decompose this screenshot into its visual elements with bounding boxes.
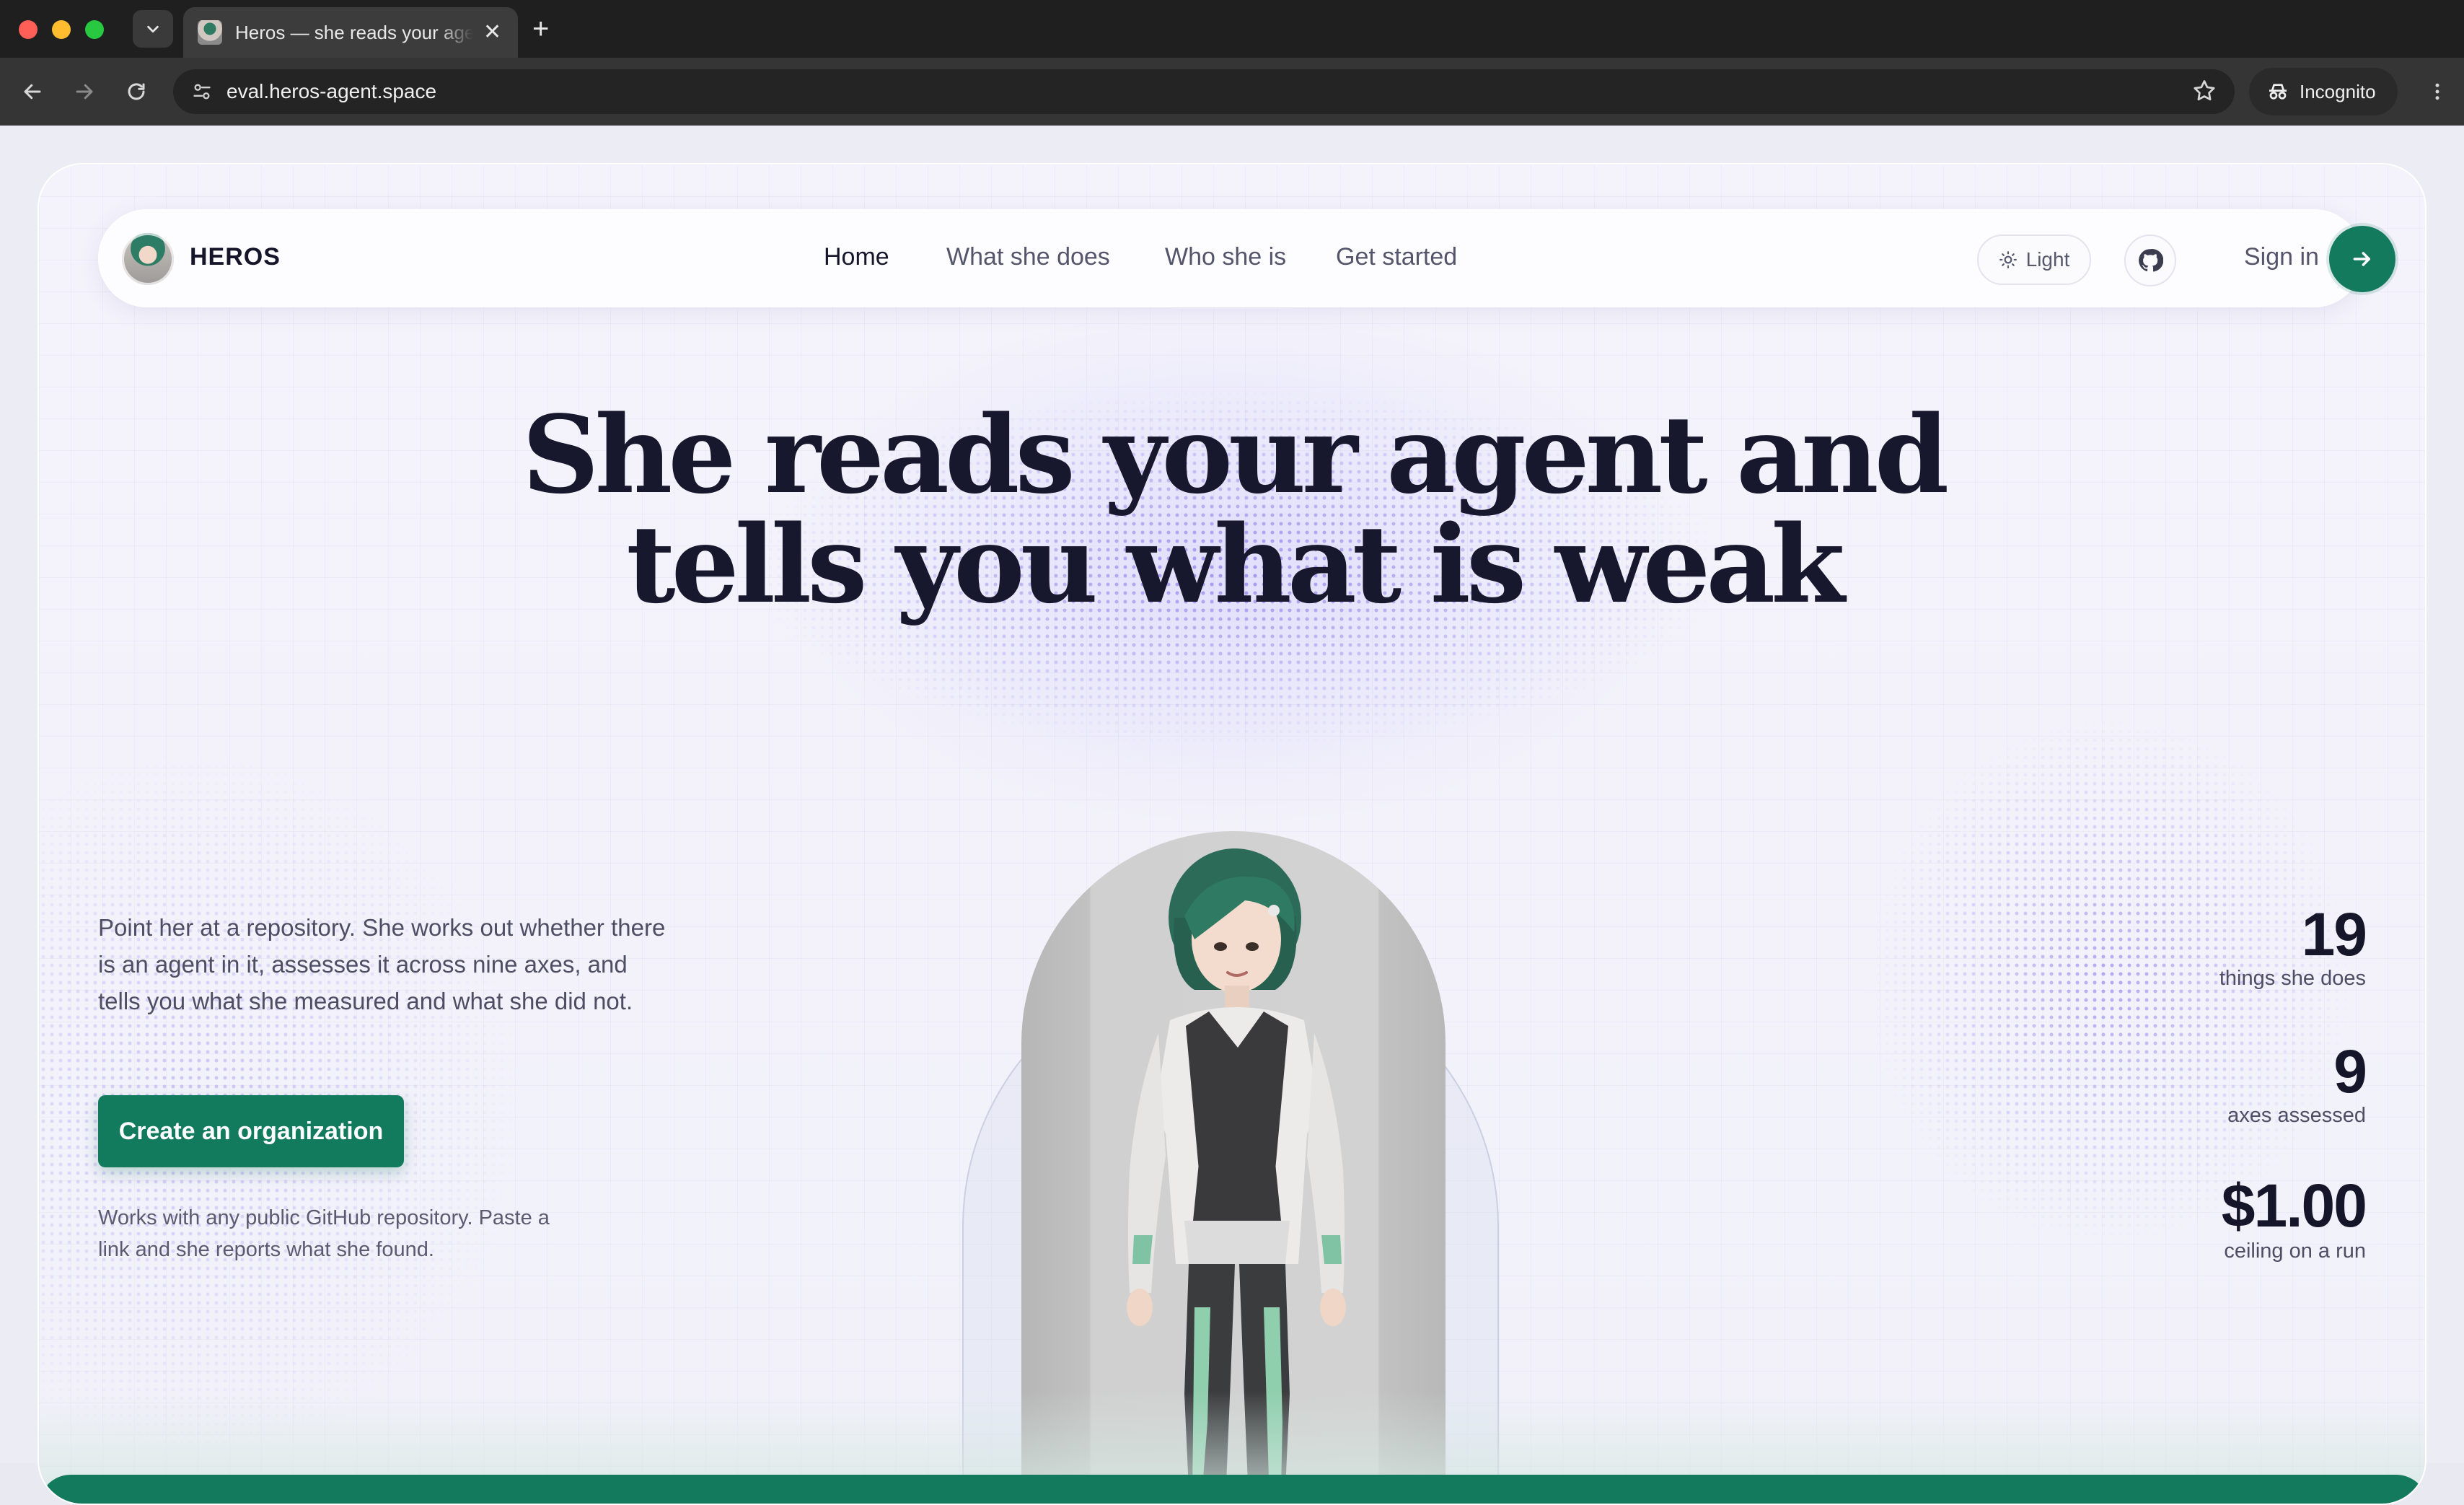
sun-icon bbox=[1999, 251, 2017, 268]
stat-value-axes: 9 bbox=[2333, 1037, 2367, 1105]
active-tab[interactable]: Heros — she reads your agent and tells y… bbox=[183, 7, 518, 58]
close-window-button[interactable] bbox=[19, 20, 38, 39]
hero-headline: She reads your agent and tells you what … bbox=[512, 400, 1955, 619]
brand-avatar[interactable] bbox=[122, 233, 174, 285]
tab-title: Heros — she reads your agent and tells y… bbox=[235, 21, 473, 43]
stat-label-axes: axes assessed bbox=[2227, 1104, 2366, 1127]
hero-frame: HEROS Home What she does Who she is Get … bbox=[38, 163, 2426, 1505]
create-organization-button[interactable]: Create an organization bbox=[98, 1095, 404, 1167]
forward-button[interactable] bbox=[66, 74, 102, 110]
arrow-right-icon bbox=[76, 84, 93, 100]
back-button[interactable] bbox=[14, 74, 50, 110]
signin-link[interactable]: Sign in bbox=[2244, 243, 2319, 271]
nav-get-started[interactable]: Get started bbox=[1336, 243, 1457, 271]
reload-icon bbox=[128, 83, 145, 100]
stat-label-ceiling: ceiling on a run bbox=[2224, 1239, 2366, 1263]
incognito-indicator[interactable]: Incognito bbox=[2249, 68, 2398, 115]
headline-line-2: tells you what is weak bbox=[626, 501, 1845, 627]
github-icon bbox=[2139, 249, 2163, 272]
address-bar[interactable]: eval.heros-agent.space bbox=[173, 69, 2235, 114]
nav-who-she-is[interactable]: Who she is bbox=[1165, 243, 1286, 271]
maximize-window-button[interactable] bbox=[85, 20, 104, 39]
browser-menu-button[interactable] bbox=[2419, 74, 2455, 110]
browser-tab-bar: Heros — she reads your agent and tells y… bbox=[0, 0, 2464, 58]
page-viewport: HEROS Home What she does Who she is Get … bbox=[0, 126, 2464, 1505]
stat-label-things: things she does bbox=[2219, 967, 2366, 990]
hero-note: Works with any public GitHub repository.… bbox=[98, 1206, 550, 1261]
github-button[interactable] bbox=[2124, 234, 2176, 286]
close-tab-icon[interactable]: ✕ bbox=[483, 22, 501, 43]
tab-search-button[interactable] bbox=[133, 10, 173, 48]
brand-name[interactable]: HEROS bbox=[190, 243, 281, 271]
url-text: eval.heros-agent.space bbox=[226, 80, 437, 102]
headline-line-1: She reads your agent and bbox=[522, 392, 1949, 517]
bottom-band bbox=[39, 1475, 2425, 1504]
incognito-label: Incognito bbox=[2300, 80, 2376, 102]
stat-value-ceiling: $1.00 bbox=[2221, 1172, 2367, 1239]
browser-toolbar: eval.heros-agent.space Incognito bbox=[0, 58, 2464, 126]
chevron-down-icon bbox=[147, 25, 159, 33]
theme-toggle-button[interactable]: Light bbox=[1977, 234, 2091, 285]
incognito-icon bbox=[2269, 84, 2287, 100]
arrow-left-icon bbox=[24, 84, 41, 100]
site-settings-icon[interactable] bbox=[188, 77, 216, 106]
minimize-window-button[interactable] bbox=[52, 20, 71, 39]
signin-go-button[interactable] bbox=[2329, 226, 2395, 292]
arrow-right-icon bbox=[2353, 252, 2371, 266]
reload-button[interactable] bbox=[118, 74, 154, 110]
more-vertical-icon bbox=[2435, 83, 2439, 100]
nav-home[interactable]: Home bbox=[824, 243, 889, 271]
stat-value-things: 19 bbox=[2301, 900, 2367, 968]
site-header: HEROS Home What she does Who she is Get … bbox=[98, 209, 2395, 307]
favicon-icon bbox=[198, 20, 222, 45]
bookmark-star-icon[interactable] bbox=[2191, 78, 2217, 108]
nav-what-she-does[interactable]: What she does bbox=[946, 243, 1110, 271]
new-tab-button[interactable]: + bbox=[532, 12, 549, 46]
hero-intro: Point her at a repository. She works out… bbox=[98, 914, 666, 1014]
theme-label: Light bbox=[2025, 248, 2070, 271]
